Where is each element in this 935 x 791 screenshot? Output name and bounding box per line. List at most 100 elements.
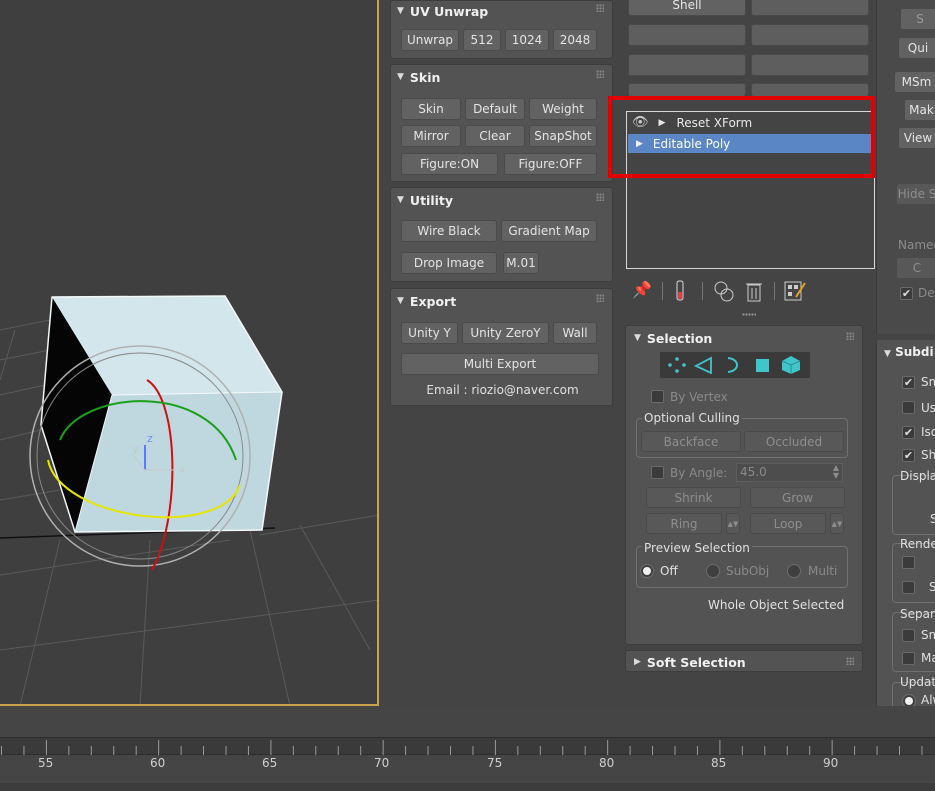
clear-button[interactable]: Clear xyxy=(465,125,525,147)
partial-s-button[interactable]: S xyxy=(900,8,935,30)
uv-unwrap-header[interactable]: ▼ UV Unwrap xyxy=(397,1,488,21)
loop-button[interactable]: Loop xyxy=(750,513,826,534)
element-icon[interactable] xyxy=(780,355,802,375)
m01-button[interactable]: M.01 xyxy=(503,252,539,274)
display-group xyxy=(892,475,935,535)
panel-splitter-grip[interactable] xyxy=(742,313,756,316)
multi-export-button[interactable]: Multi Export xyxy=(401,353,599,375)
by-vertex-checkbox[interactable] xyxy=(651,390,664,403)
svg-text:z: z xyxy=(147,432,153,445)
drag-grip-icon[interactable] xyxy=(596,4,604,12)
drag-grip-icon[interactable] xyxy=(596,193,604,201)
soft-selection-header[interactable]: ▶ Soft Selection xyxy=(634,652,746,672)
partial-view-button[interactable]: View xyxy=(898,127,935,149)
occluded-button[interactable]: Occluded xyxy=(744,431,844,452)
preview-off-label: Off xyxy=(660,564,678,578)
partial-mak-button[interactable]: Mak xyxy=(904,99,935,121)
partial-c-button[interactable]: C xyxy=(896,257,935,279)
by-angle-checkbox[interactable] xyxy=(651,466,664,479)
modifier-set-button[interactable] xyxy=(628,24,746,46)
export-rollout: ▼ Export Unity Y Unity ZeroY Wall Multi E… xyxy=(390,288,613,406)
partial-de-checkbox[interactable]: ✔ xyxy=(900,287,913,300)
default-button[interactable]: Default xyxy=(465,98,525,120)
show-end-result-icon[interactable] xyxy=(674,280,686,302)
preview-multi-radio[interactable] xyxy=(787,564,801,578)
angle-spinner[interactable]: 45.0 ▲ ▼ xyxy=(736,463,843,482)
spinner-arrows-icon[interactable]: ▲ ▼ xyxy=(833,464,839,480)
timeline-ruler[interactable] xyxy=(0,737,935,755)
email-label: Email : riozio@naver.com xyxy=(426,383,579,397)
modifier-set-button[interactable] xyxy=(751,0,869,16)
figure-on-button[interactable]: Figure:ON xyxy=(401,153,498,175)
partial-hide-button[interactable]: Hide S xyxy=(896,183,935,205)
unity-zeroy-button[interactable]: Unity ZeroY xyxy=(462,322,549,344)
remove-modifier-icon[interactable] xyxy=(744,280,764,304)
vertex-icon[interactable] xyxy=(666,356,688,374)
figure-off-button[interactable]: Figure:OFF xyxy=(504,153,597,175)
partial-us-checkbox[interactable] xyxy=(902,401,915,414)
ring-button[interactable]: Ring xyxy=(646,513,722,534)
partial-iso-checkbox[interactable]: ✔ xyxy=(902,426,915,439)
pin-stack-icon[interactable]: 📌 xyxy=(632,280,652,299)
drag-grip-icon[interactable] xyxy=(846,332,854,340)
drop-image-button[interactable]: Drop Image xyxy=(401,252,497,274)
weight-button[interactable]: Weight xyxy=(529,98,597,120)
preview-subobj-radio[interactable] xyxy=(706,564,720,578)
snapshot-button[interactable]: SnapShot xyxy=(529,125,597,147)
drag-grip-icon[interactable] xyxy=(846,657,854,665)
selection-header[interactable]: ▼ Selection xyxy=(634,328,712,348)
uv-2048-button[interactable]: 2048 xyxy=(553,29,597,51)
configure-modifier-sets-icon[interactable] xyxy=(784,280,806,302)
status-bar-edge xyxy=(0,783,935,791)
skin-button[interactable]: Skin xyxy=(401,98,461,120)
modifier-set-button[interactable] xyxy=(628,54,746,76)
export-header[interactable]: ▼ Export xyxy=(397,291,456,311)
modifier-set-button[interactable] xyxy=(751,83,869,97)
partial-sm-checkbox[interactable]: ✔ xyxy=(902,376,915,389)
modifier-set-button[interactable] xyxy=(751,24,869,46)
gradient-map-button[interactable]: Gradient Map xyxy=(501,220,597,242)
partial-named-label: Named xyxy=(898,238,935,252)
soft-selection-rollout[interactable]: ▶ Soft Selection xyxy=(625,650,863,672)
partial-qui-button[interactable]: Qui xyxy=(898,37,935,59)
skin-header[interactable]: ▼ Skin xyxy=(397,67,440,87)
partial-sh-checkbox[interactable]: ✔ xyxy=(902,449,915,462)
soft-selection-title: Soft Selection xyxy=(646,654,746,670)
drag-grip-icon[interactable] xyxy=(596,70,604,78)
edge-icon[interactable] xyxy=(693,356,715,374)
uv-1024-button[interactable]: 1024 xyxy=(505,29,549,51)
backface-button[interactable]: Backface xyxy=(641,431,741,452)
partial-s3-label: S xyxy=(929,580,935,594)
partial-sm2-label: Sm xyxy=(921,628,935,642)
partial-msm-button[interactable]: MSm xyxy=(894,71,935,93)
utility-header[interactable]: ▼ Utility xyxy=(397,190,453,210)
border-icon[interactable] xyxy=(722,356,744,374)
partial-render-checkbox[interactable] xyxy=(902,556,915,569)
tick-label: 85 xyxy=(711,756,727,770)
viewport-3d[interactable]: z y x xyxy=(0,0,379,706)
wall-button[interactable]: Wall xyxy=(553,322,597,344)
partial-display-label: Displa xyxy=(900,469,935,483)
modifier-set-button[interactable] xyxy=(751,54,869,76)
grow-button[interactable]: Grow xyxy=(750,487,845,508)
subdivision-header[interactable]: ▼ Subdi xyxy=(884,345,934,359)
shell-button[interactable]: Shell xyxy=(628,0,746,16)
wire-black-button[interactable]: Wire Black xyxy=(401,220,497,242)
drag-grip-icon[interactable] xyxy=(596,294,604,302)
partial-sm2-checkbox[interactable] xyxy=(902,629,915,642)
preview-off-radio[interactable] xyxy=(640,564,654,578)
partial-render-s-checkbox[interactable] xyxy=(902,581,915,594)
partial-ma-checkbox[interactable] xyxy=(902,652,915,665)
tick-label: 70 xyxy=(374,756,390,770)
modifier-set-button[interactable] xyxy=(628,83,746,97)
mirror-button[interactable]: Mirror xyxy=(401,125,461,147)
unity-y-button[interactable]: Unity Y xyxy=(401,322,458,344)
ring-spinner-icon[interactable]: ▲▼ xyxy=(726,513,740,534)
unwrap-button[interactable]: Unwrap xyxy=(401,29,459,51)
loop-spinner-icon[interactable]: ▲▼ xyxy=(830,513,844,534)
svg-text:x: x xyxy=(179,463,186,476)
shrink-button[interactable]: Shrink xyxy=(646,487,741,508)
polygon-icon[interactable] xyxy=(752,356,774,374)
uv-512-button[interactable]: 512 xyxy=(463,29,501,51)
make-unique-icon[interactable] xyxy=(712,280,738,304)
